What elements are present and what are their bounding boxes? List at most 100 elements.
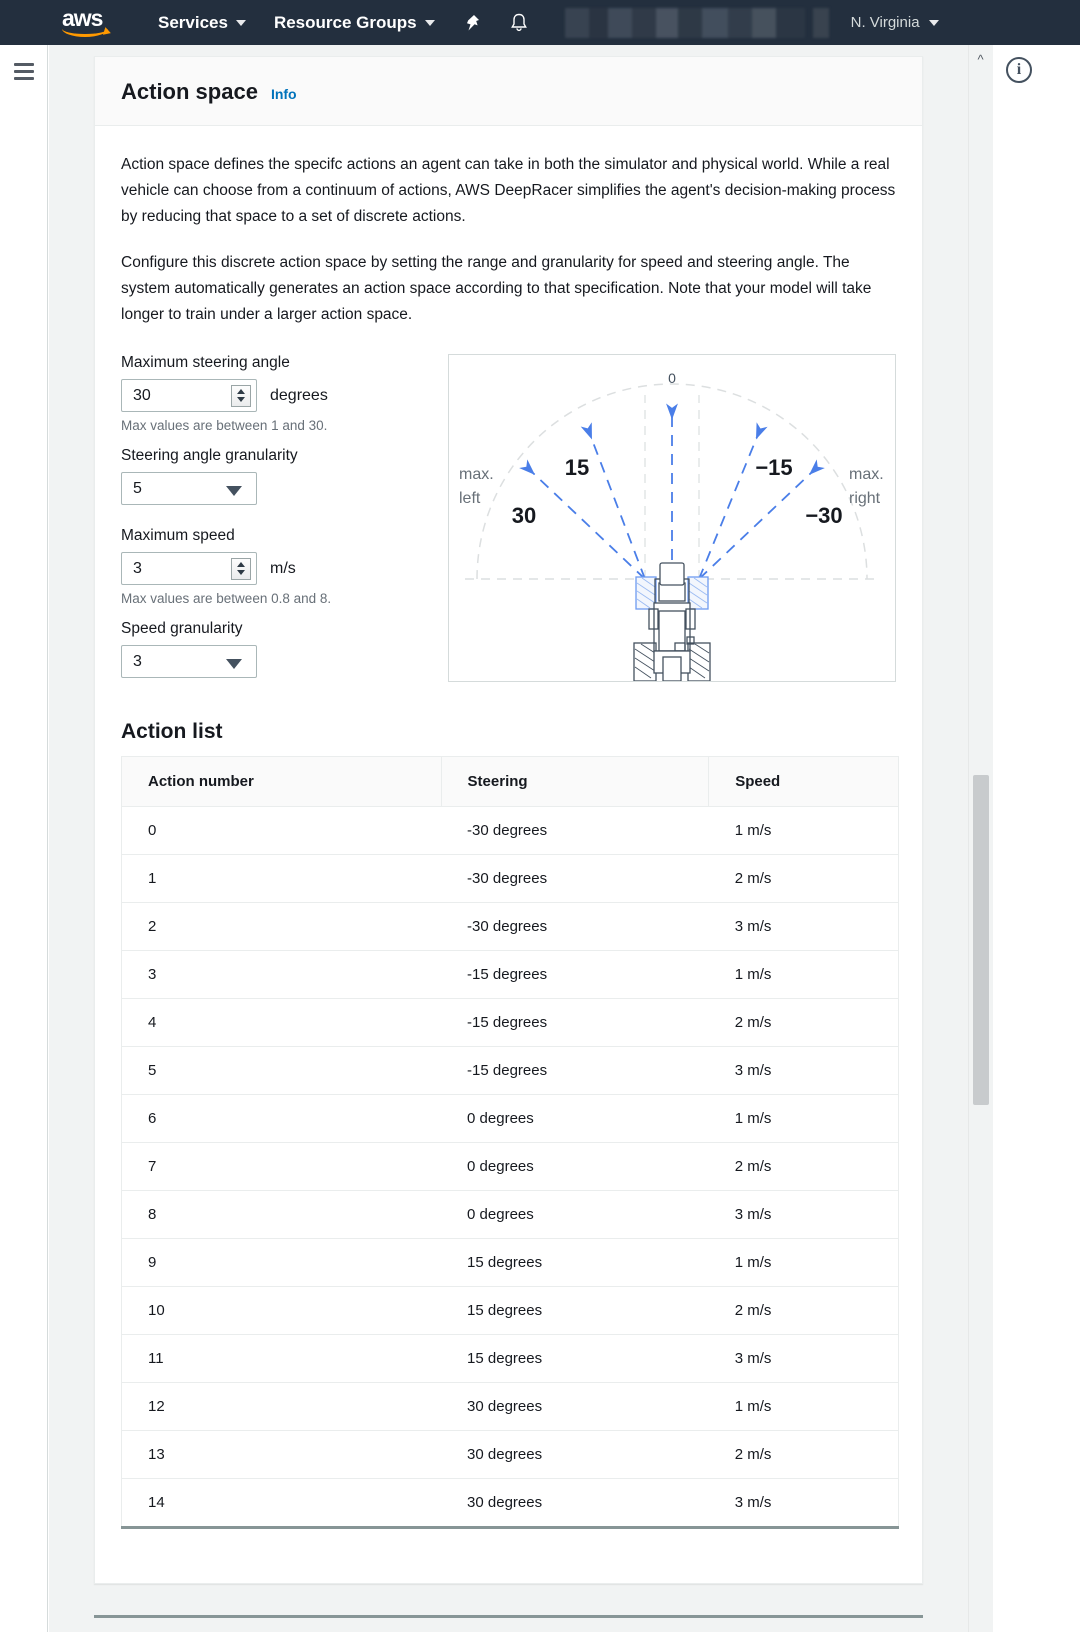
speed-granularity-select[interactable]: 3 <box>121 645 257 678</box>
info-circle-icon[interactable]: i <box>1006 57 1032 83</box>
next-section-panel <box>94 1615 923 1632</box>
max-right-line2-text: right <box>849 490 881 507</box>
cell-steering: 0 degrees <box>441 1191 709 1239</box>
table-row: 1330 degrees2 m/s <box>122 1431 899 1479</box>
stepper-buttons[interactable] <box>231 558 251 580</box>
cell-steering: -30 degrees <box>441 807 709 855</box>
speed-granularity-value: 3 <box>122 653 142 671</box>
hamburger-bar <box>14 77 34 80</box>
stepper-buttons[interactable] <box>231 385 251 407</box>
column-header-steering[interactable]: Steering <box>441 757 709 807</box>
cell-steering: 30 degrees <box>441 1479 709 1528</box>
pin-icon[interactable] <box>449 13 495 33</box>
aws-logo[interactable]: aws <box>62 8 122 38</box>
hamburger-menu-icon[interactable] <box>14 63 34 84</box>
chevron-down-icon <box>226 659 242 669</box>
cell-speed: 2 m/s <box>709 855 899 903</box>
card-body: Action space defines the specifc actions… <box>95 126 922 1583</box>
label-30-text: 30 <box>512 503 536 528</box>
cell-speed: 3 m/s <box>709 903 899 951</box>
table-row: 1115 degrees3 m/s <box>122 1335 899 1383</box>
stepper-down-icon[interactable] <box>237 397 245 402</box>
action-space-card: Action space Info Action space defines t… <box>94 56 923 1584</box>
max-speed-label: Maximum speed <box>121 527 446 545</box>
table-row: 60 degrees1 m/s <box>122 1095 899 1143</box>
chevron-down-icon <box>236 20 246 26</box>
configuration-form: Maximum steering angle degrees <box>121 354 446 682</box>
cell-steering: 0 degrees <box>441 1143 709 1191</box>
cell-action-number: 3 <box>122 951 442 999</box>
arrow-15 <box>591 437 645 579</box>
bell-icon[interactable] <box>495 12 543 34</box>
cell-action-number: 11 <box>122 1335 442 1383</box>
cell-action-number: 5 <box>122 1047 442 1095</box>
steering-granularity-value: 5 <box>122 480 142 498</box>
nav-resource-groups-label: Resource Groups <box>274 13 417 33</box>
account-identifier-redacted[interactable] <box>565 8 829 38</box>
steering-granularity-select[interactable]: 5 <box>121 472 257 505</box>
spacer <box>121 505 446 527</box>
cell-steering: 30 degrees <box>441 1431 709 1479</box>
max-speed-stepper[interactable] <box>121 552 257 585</box>
region-selector[interactable]: N. Virginia <box>851 14 957 31</box>
chevron-up-icon[interactable]: ^ <box>968 48 993 70</box>
label-minus-15-text: −15 <box>755 455 792 480</box>
cell-action-number: 4 <box>122 999 442 1047</box>
max-speed-field: m/s <box>121 552 446 585</box>
page-scrollbar-thumb[interactable] <box>973 775 989 1105</box>
table-row: 70 degrees2 m/s <box>122 1143 899 1191</box>
cell-speed: 1 m/s <box>709 1383 899 1431</box>
cell-action-number: 1 <box>122 855 442 903</box>
cell-action-number: 10 <box>122 1287 442 1335</box>
action-list-header: Action number Steering Speed <box>122 757 899 807</box>
page-body: Action space Info Action space defines t… <box>0 45 1080 1632</box>
steering-granularity-label: Steering angle granularity <box>121 447 446 465</box>
nav-services-label: Services <box>158 13 228 33</box>
hamburger-bar <box>14 63 34 66</box>
max-speed-unit: m/s <box>270 560 296 578</box>
max-steering-angle-field: degrees <box>121 379 446 412</box>
column-header-speed[interactable]: Speed <box>709 757 899 807</box>
cell-action-number: 0 <box>122 807 442 855</box>
nav-resource-groups[interactable]: Resource Groups <box>260 0 449 45</box>
table-row: 1015 degrees2 m/s <box>122 1287 899 1335</box>
aws-logo-smile-icon <box>62 27 108 37</box>
cell-steering: 0 degrees <box>441 1095 709 1143</box>
cell-action-number: 12 <box>122 1383 442 1431</box>
aws-logo-text: aws <box>62 8 122 28</box>
cell-speed: 2 m/s <box>709 1143 899 1191</box>
action-list-table: Action number Steering Speed 0-30 degree… <box>121 756 899 1529</box>
table-row: 1430 degrees3 m/s <box>122 1479 899 1528</box>
cell-speed: 1 m/s <box>709 807 899 855</box>
cell-steering: 15 degrees <box>441 1239 709 1287</box>
stepper-up-icon[interactable] <box>237 562 245 567</box>
cell-steering: -30 degrees <box>441 903 709 951</box>
max-right-line1-text: max. <box>849 466 884 483</box>
max-left-line1-text: max. <box>459 466 494 483</box>
max-steering-angle-stepper[interactable] <box>121 379 257 412</box>
arrow-minus-15 <box>699 437 757 579</box>
info-link[interactable]: Info <box>271 86 297 102</box>
table-row: 915 degrees1 m/s <box>122 1239 899 1287</box>
label-15-text: 15 <box>565 455 589 480</box>
column-header-action-number[interactable]: Action number <box>122 757 442 807</box>
vehicle-illustration <box>634 563 710 681</box>
max-steering-angle-unit: degrees <box>270 387 328 405</box>
chevron-down-icon <box>425 20 435 26</box>
cell-steering: -15 degrees <box>441 1047 709 1095</box>
stepper-down-icon[interactable] <box>237 570 245 575</box>
steering-angle-diagram: 0 15 30 −15 −30 max. left max. right <box>448 354 896 682</box>
action-list-title: Action list <box>121 720 896 744</box>
cell-steering: -30 degrees <box>441 855 709 903</box>
table-row: 4-15 degrees2 m/s <box>122 999 899 1047</box>
stepper-up-icon[interactable] <box>237 389 245 394</box>
nav-services[interactable]: Services <box>144 0 260 45</box>
max-steering-angle-label: Maximum steering angle <box>121 354 446 372</box>
table-row: 5-15 degrees3 m/s <box>122 1047 899 1095</box>
max-speed-input[interactable] <box>122 559 231 579</box>
cell-speed: 1 m/s <box>709 1095 899 1143</box>
max-speed-hint: Max values are between 0.8 and 8. <box>121 591 446 606</box>
cell-speed: 3 m/s <box>709 1191 899 1239</box>
cell-speed: 1 m/s <box>709 1239 899 1287</box>
max-steering-angle-input[interactable] <box>122 386 231 406</box>
